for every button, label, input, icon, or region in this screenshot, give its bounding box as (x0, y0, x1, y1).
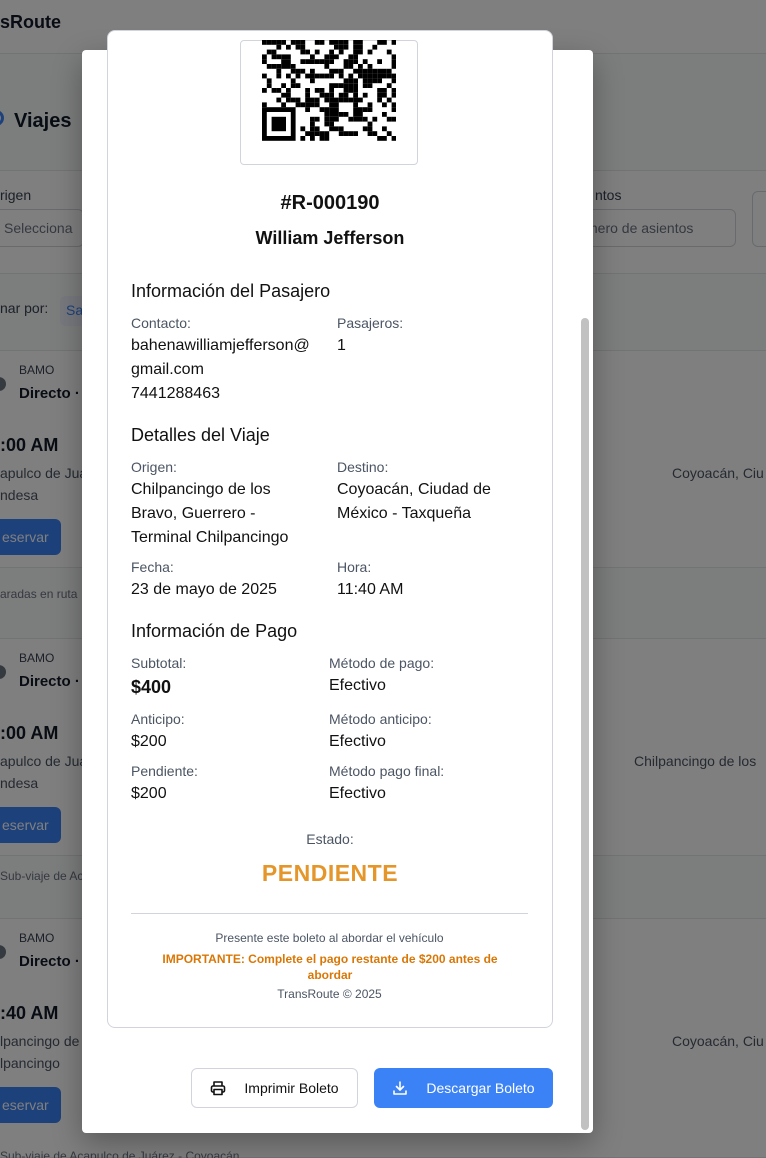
download-icon (393, 1081, 408, 1095)
origin-label: Origen: (131, 459, 177, 475)
contact-label: Contacto: (131, 315, 191, 331)
email-line2: gmail.com (131, 361, 204, 378)
divider (131, 913, 528, 914)
pending-label: Pendiente: (131, 763, 198, 779)
printer-icon (211, 1081, 226, 1096)
final-method-label: Método pago final: (329, 763, 445, 779)
origin-line3: Terminal Chilpancingo (131, 529, 289, 546)
important-note: IMPORTANTE: Complete el pago restante de… (145, 951, 515, 983)
copyright: TransRoute © 2025 (277, 987, 382, 1001)
date-value: 23 de mayo de 2025 (131, 581, 277, 598)
payment-method-label: Método de pago: (329, 655, 435, 671)
advance-method-label: Método anticipo: (329, 711, 432, 727)
time-value: 11:40 AM (337, 581, 404, 598)
origin-line2: Bravo, Guerrero - (131, 505, 256, 522)
boarding-note: Presente este boleto al abordar el vehíc… (215, 931, 444, 945)
final-method-value: Efectivo (329, 785, 386, 802)
destination-line2: México - Taxqueña (337, 505, 471, 522)
qr-code-icon (262, 40, 396, 141)
advance-label: Anticipo: (131, 711, 185, 727)
origin-line1: Chilpancingo de los (131, 481, 271, 498)
subtotal-label: Subtotal: (131, 655, 187, 671)
destination-label: Destino: (337, 459, 389, 475)
advance-value: $200 (131, 733, 167, 750)
trip-section-title: Detalles del Viaje (131, 425, 270, 445)
status-badge: PENDIENTE (261, 860, 399, 886)
passengers-label: Pasajeros: (337, 315, 404, 331)
download-ticket-button[interactable]: Descargar Boleto (374, 1068, 553, 1108)
payment-method-value: Efectivo (329, 677, 386, 694)
modal-scrollbar-thumb[interactable] (581, 318, 589, 1130)
passenger-name: William Jefferson (255, 228, 405, 248)
reservation-id: #R-000190 (280, 192, 380, 214)
phone-value: 7441288463 (131, 385, 220, 402)
passengers-value: 1 (337, 337, 346, 354)
subtotal-value: $400 (131, 677, 172, 697)
download-ticket-label: Descargar Boleto (426, 1080, 535, 1096)
email-line1: bahenawilliamjefferson@ (131, 337, 310, 354)
passenger-section-title: Información del Pasajero (131, 281, 331, 301)
important-note-line1: IMPORTANTE: Complete el pago restante de… (162, 952, 498, 966)
time-label: Hora: (337, 559, 372, 575)
destination-line1: Coyoacán, Ciudad de (337, 481, 491, 498)
print-ticket-button[interactable]: Imprimir Boleto (191, 1068, 358, 1108)
date-label: Fecha: (131, 559, 174, 575)
status-label: Estado: (306, 831, 354, 847)
pending-value: $200 (131, 785, 167, 802)
payment-section-title: Información de Pago (131, 621, 298, 641)
print-ticket-label: Imprimir Boleto (244, 1080, 339, 1096)
advance-method-value: Efectivo (329, 733, 386, 750)
important-note-line2: abordar (307, 968, 353, 982)
